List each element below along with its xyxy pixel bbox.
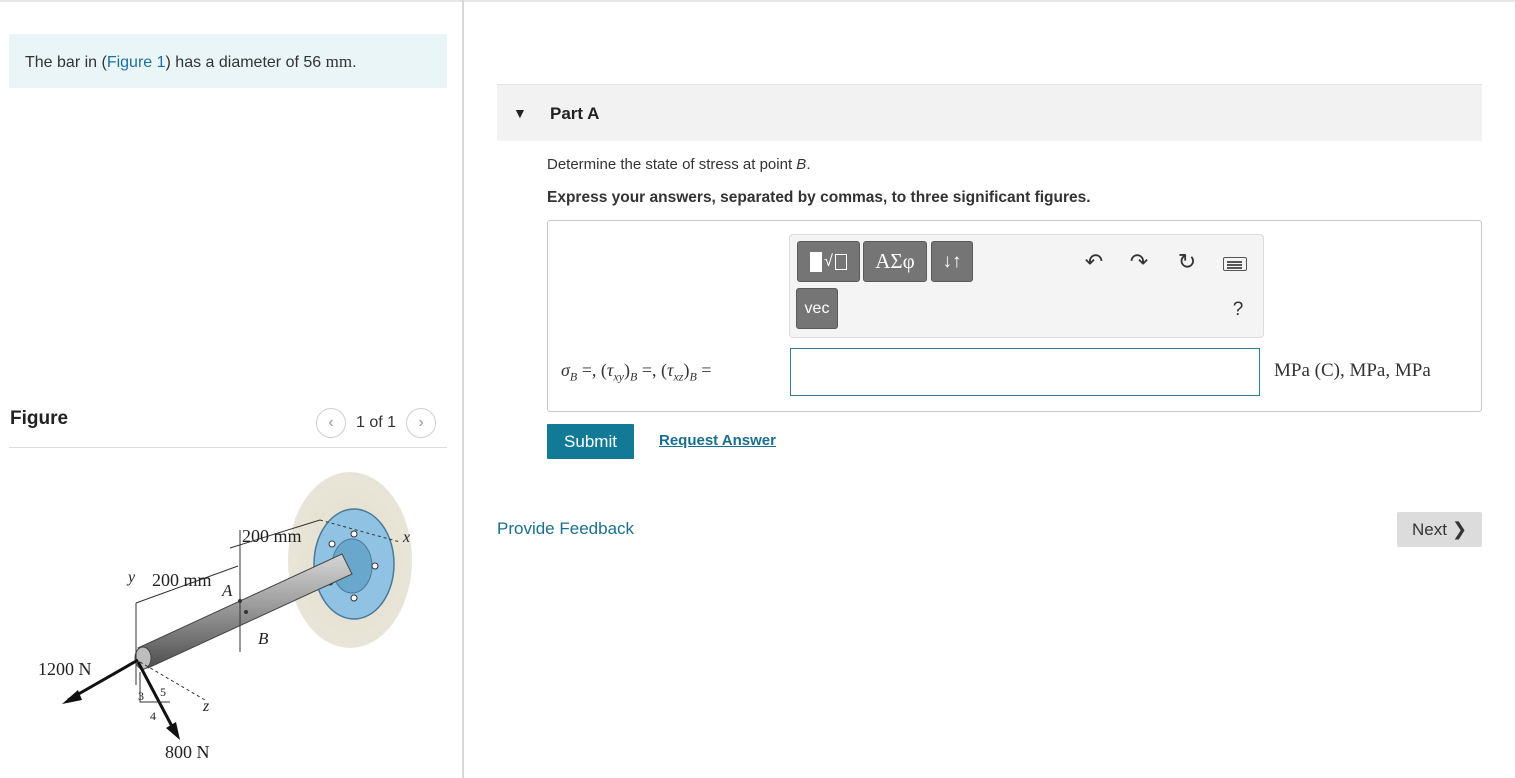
redo-icon[interactable]: ↷ <box>1124 247 1154 277</box>
keyboard-icon[interactable] <box>1220 249 1250 279</box>
axis-y-label: y <box>126 569 136 586</box>
math-toolbar: √ ΑΣφ ↓↑ vec ↶ ↷ ↻ ? <box>789 234 1264 338</box>
next-label: Next <box>1411 519 1447 539</box>
force-800-label: 800 N <box>165 742 210 762</box>
part-a-title: Part A <box>550 104 600 123</box>
figure-title: Figure <box>10 408 69 429</box>
chevron-left-icon[interactable]: ‹ <box>316 408 346 438</box>
dim-top-label: 200 mm <box>242 526 302 546</box>
slope-4-label: 4 <box>150 709 156 723</box>
provide-feedback-link[interactable]: Provide Feedback <box>497 519 634 539</box>
pane-divider <box>462 0 464 778</box>
axis-z-label: z <box>202 698 210 715</box>
bar-figure: 200 mm 200 mm y x z A B 1200 N 800 N 3 4… <box>38 472 412 762</box>
chevron-right-icon[interactable]: › <box>406 408 437 438</box>
help-button[interactable]: ? <box>1223 295 1253 325</box>
next-button[interactable]: Next ❯ <box>1397 512 1482 547</box>
problem-statement: The bar in (Figure 1) has a diameter of … <box>9 34 447 88</box>
caret-down-icon[interactable]: ▼ <box>513 105 527 121</box>
figure-divider <box>9 447 447 448</box>
templates-icon: √ <box>810 251 847 272</box>
problem-text: The bar in ( <box>25 54 107 71</box>
question-point: B <box>796 156 807 173</box>
answer-label: σB =, (τxy)B =, (τxz)B = <box>561 360 712 384</box>
reset-icon[interactable]: ↻ <box>1172 247 1202 277</box>
undo-icon[interactable]: ↶ <box>1079 247 1109 277</box>
problem-text-end: . <box>352 54 357 71</box>
request-answer-link[interactable]: Request Answer <box>659 432 776 449</box>
instruction-text: Express your answers, separated by comma… <box>547 189 1091 206</box>
chevron-right-icon: ❯ <box>1451 519 1468 539</box>
answer-panel: √ ΑΣφ ↓↑ vec ↶ ↷ ↻ ? σB =, (τxy)B =, (τx… <box>547 220 1482 412</box>
figure-link[interactable]: Figure 1 <box>107 54 166 71</box>
question-prefix: Determine the state of stress at point <box>547 156 797 173</box>
question-suffix: . <box>806 156 811 173</box>
point-a-label: A <box>221 581 233 600</box>
greek-symbols-button[interactable]: ΑΣφ <box>863 241 927 282</box>
axis-x-label: x <box>402 529 410 546</box>
vec-button[interactable]: vec <box>796 288 838 329</box>
dim-left-label: 200 mm <box>152 570 212 590</box>
submit-button[interactable]: Submit <box>547 424 634 459</box>
top-border <box>0 0 1515 2</box>
point-b-label: B <box>258 629 269 648</box>
figure-counter: 1 of 1 <box>356 414 397 431</box>
answer-input[interactable] <box>790 348 1260 396</box>
slope-5-label: 5 <box>160 685 166 699</box>
templates-button[interactable]: √ <box>797 241 860 282</box>
slope-3-label: 3 <box>138 689 144 703</box>
part-a-header[interactable]: ▼ Part A <box>497 85 1482 141</box>
question-text: Determine the state of stress at point B… <box>547 156 810 173</box>
force-1200-label: 1200 N <box>38 659 92 679</box>
problem-text-mid: ) has a diameter of 56 <box>165 54 326 71</box>
answer-units: MPa (C), MPa, MPa <box>1274 360 1431 381</box>
diameter-unit: mm <box>325 52 353 71</box>
arrows-button[interactable]: ↓↑ <box>931 241 973 282</box>
figure-pager: ‹ 1 of 1 › <box>316 408 437 438</box>
